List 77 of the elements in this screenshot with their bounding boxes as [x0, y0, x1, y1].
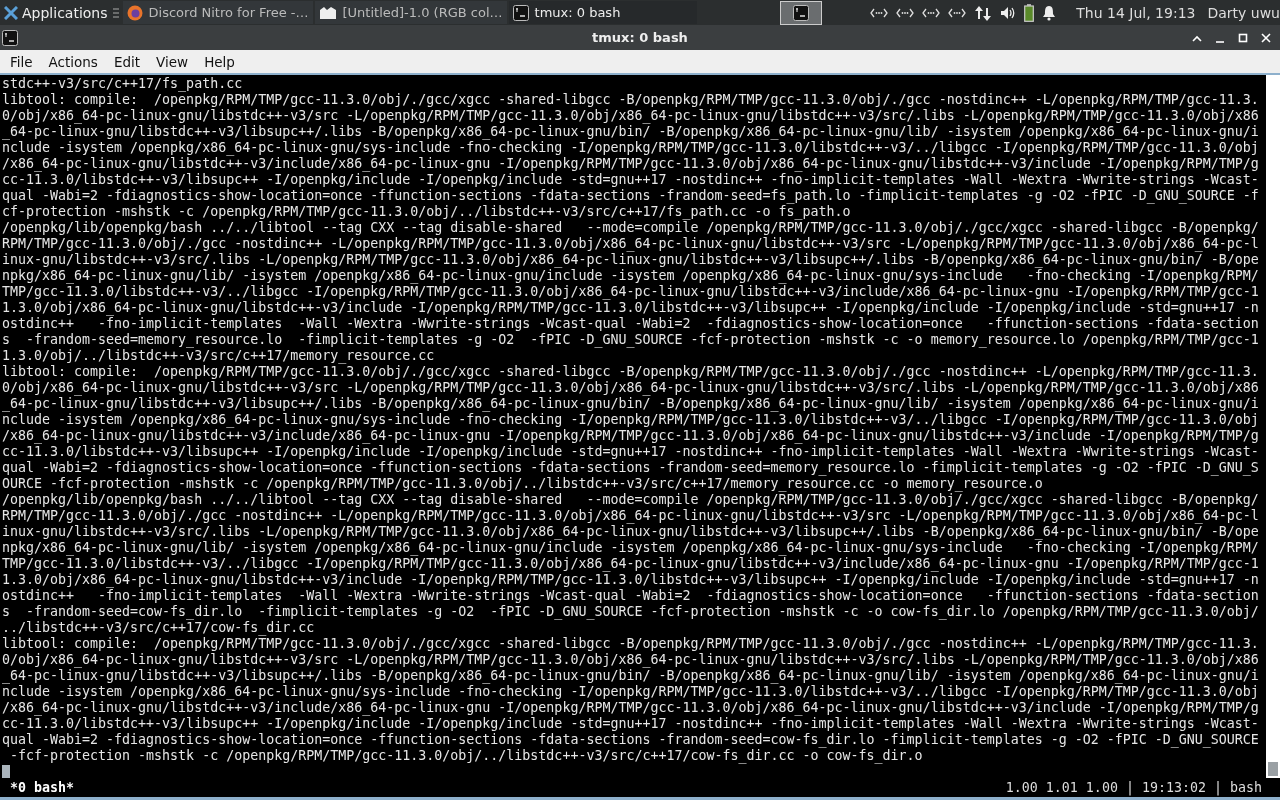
terminal-line: 0/obj/x86_64-pc-linux-gnu/libstdc++-v3/src -L/openpkg/RPM/TMP/gcc-11.3.0/obj/x86_64-pc-linux-gnu/libstdc++-v3/src/.libs -L/openpkg/RPM/TMP/gcc-11.3.0/obj/x86 [2, 108, 1259, 124]
terminal-icon [512, 4, 529, 21]
terminal-line: libtool: compile: /openpkg/RPM/TMP/gcc-11.3.0/obj/./gcc/xgcc -shared-libgcc -B/openpkg/RPM/TMP/gcc-11.3.0/obj/./gcc -nostdinc++ -L/openpkg/RPM/TMP/gcc-11.3. [2, 636, 1259, 652]
maximize-button[interactable] [1237, 31, 1249, 44]
terminal-line: /x86_64-pc-linux-gnu/libstdc++-v3/include/x86_64-pc-linux-gnu -I/openpkg/RPM/TMP/gcc-11.3.0/obj/x86_64-pc-linux-gnu/libstdc++-v3/include -I/openpkg/RPM/TMP/g [2, 700, 1259, 716]
network-icon [948, 7, 967, 18]
terminal-line: ostdinc++ -fno-implicit-templates -Wall -Wextra -Wwrite-strings -Wcast-qual -Wabi=2 -fdiagnostics-show-location=once -ffunction-sections -fdata-section [2, 316, 1259, 332]
terminal-line: ostdinc++ -fno-implicit-templates -Wall -Wextra -Wwrite-strings -Wcast-qual -Wabi=2 -fdiagnostics-show-location=once -ffunction-sections -fdata-section [2, 588, 1259, 604]
terminal-line: s -frandom-seed=cow-fs_dir.lo -fimplicit-templates -g -O2 -fPIC -D_GNU_SOURCE -fcf-protection -mshstk -c -o cow-fs_dir.lo /openpkg/RPM/TMP/gcc-11.3.0/obj/ [2, 604, 1259, 620]
menu-item[interactable]: View [148, 53, 197, 70]
terminal-line: 1.3.0/obj/../libstdc++-v3/src/c++17/memory_resource.cc [2, 348, 435, 364]
bell-icon [1042, 4, 1057, 21]
terminal-line: cc-11.3.0/libstdc++-v3/libsupc++ -I/openpkg/include -I/openpkg/include -std=gnu++17 -nostdinc++ -fno-implicit-templates -Wall -Wextra -Wwrite-strings -Wcast- [2, 444, 1259, 460]
user-name[interactable]: Darty uwu [1207, 4, 1280, 21]
close-button[interactable] [1260, 31, 1272, 44]
terminal-line: 0/obj/x86_64-pc-linux-gnu/libstdc++-v3/src -L/openpkg/RPM/TMP/gcc-11.3.0/obj/x86_64-pc-linux-gnu/libstdc++-v3/src/.libs -L/openpkg/RPM/TMP/gcc-11.3.0/obj/x86 [2, 380, 1259, 396]
terminal-line: qual -Wabi=2 -fdiagnostics-show-location=once -ffunction-sections -fdata-sections -frandom-seed=memory_resource.lo -fimplicit-templates -g -O2 -fPIC -D_GNU_S [2, 460, 1259, 476]
terminal-line: /openpkg/lib/openpkg/bash ../../libtool --tag CXX --tag disable-shared --mode=compile /openpkg/RPM/TMP/gcc-11.3.0/obj/./gcc/xgcc -shared-libgcc -B/openpkg/ [2, 220, 1259, 236]
menu-item[interactable]: Help [196, 53, 243, 70]
menu-item[interactable]: Actions [40, 53, 106, 70]
menu-item[interactable]: Edit [105, 53, 149, 70]
terminal-icon [793, 4, 810, 21]
terminal-line: libtool: compile: /openpkg/RPM/TMP/gcc-11.3.0/obj/./gcc/xgcc -shared-libgcc -B/openpkg/RPM/TMP/gcc-11.3.0/obj/./gcc -nostdinc++ -L/openpkg/RPM/TMP/gcc-11.3. [2, 364, 1259, 380]
battery-icon [1024, 3, 1035, 22]
terminal-line: RPM/TMP/gcc-11.3.0/obj/./gcc -nostdinc++ -L/openpkg/RPM/TMP/gcc-11.3.0/obj/x86_64-pc-linux-gnu/libstdc++-v3/src -L/openpkg/RPM/TMP/gcc-11.3.0/obj/x86_64-pc-l [2, 236, 1259, 252]
taskbar-button[interactable]: [Untitled]-1.0 (RGB col… [314, 1, 507, 24]
x-logo-icon [4, 5, 18, 20]
terminal-line: cc-11.3.0/libstdc++-v3/libsupc++ -I/openpkg/include -I/openpkg/include -std=gnu++17 -nostdinc++ -fno-implicit-templates -Wall -Wextra -Wwrite-strings -Wcast- [2, 172, 1259, 188]
applications-menu[interactable]: Applications [0, 0, 112, 25]
menu-icon [112, 6, 119, 19]
terminal-line: nclude -isystem /openpkg/x86_64-pc-linux-gnu/sys-include -fno-checking -I/openpkg/RPM/TMP/gcc-11.3.0/libstdc++-v3/../libgcc -I/openpkg/RPM/TMP/gcc-11.3.0/obj [2, 412, 1259, 428]
tmux-status-info: 1.00 1.01 1.00 | 19:13:02 | bash [1005, 780, 1262, 795]
scrollbar[interactable] [1266, 75, 1280, 778]
terminal-line: 1.3.0/obj/x86_64-pc-linux-gnu/libstdc++-v3/include -I/openpkg/RPM/TMP/gcc-11.3.0/libstdc++-v3/libsupc++ -I/openpkg/include -I/openpkg/include -std=gnu++17 -n [2, 300, 1259, 316]
paint-icon [318, 5, 337, 20]
terminal-line: npkg/x86_64-pc-linux-gnu/lib/ -isystem /openpkg/x86_64-pc-linux-gnu/include -isystem /openpkg/x86_64-pc-linux-gnu/sys-include -fno-checking -I/openpkg/RPM/ [2, 540, 1259, 556]
terminal-line: ../libstdc++-v3/src/c++17/cow-fs_dir.cc [2, 620, 315, 636]
terminal-line: OURCE -fcf-protection -mshstk -c /openpkg/RPM/TMP/gcc-11.3.0/obj/../libstdc++-v3/src/c++17/memory_resource.cc -o memory_resource.o [2, 476, 1043, 492]
volume-icon [1000, 5, 1017, 20]
network-icon [870, 7, 889, 18]
workspace-pager[interactable] [780, 0, 823, 25]
tmux-window[interactable]: *0 bash* [10, 780, 75, 795]
terminal-line: npkg/x86_64-pc-linux-gnu/lib/ -isystem /openpkg/x86_64-pc-linux-gnu/include -isystem /openpkg/x86_64-pc-linux-gnu/sys-include -fno-checking -I/openpkg/RPM/ [2, 268, 1259, 284]
terminal-line: _64-pc-linux-gnu/libstdc++-v3/libsupc++/.libs -B/openpkg/x86_64-pc-linux-gnu/bin/ -B/openpkg/x86_64-pc-linux-gnu/lib/ -isystem /openpkg/x86_64-pc-linux-gnu/i [2, 396, 1259, 412]
terminal-line: -fcf-protection -mshstk -c /openpkg/RPM/TMP/gcc-11.3.0/obj/../libstdc++-v3/src/c++17/cow-fs_dir.cc -o cow-fs_dir.o [9, 748, 923, 764]
terminal-line: /openpkg/lib/openpkg/bash ../../libtool --tag CXX --tag disable-shared --mode=compile /openpkg/RPM/TMP/gcc-11.3.0/obj/./gcc/xgcc -shared-libgcc -B/openpkg/ [2, 492, 1259, 508]
terminal-line: RPM/TMP/gcc-11.3.0/obj/./gcc -nostdinc++ -L/openpkg/RPM/TMP/gcc-11.3.0/obj/x86_64-pc-linux-gnu/libstdc++-v3/src -L/openpkg/RPM/TMP/gcc-11.3.0/obj/x86_64-pc-l [2, 508, 1259, 524]
terminal-line: qual -Wabi=2 -fdiagnostics-show-location=once -ffunction-sections -fdata-sections -frandom-seed=cow-fs_dir.lo -fimplicit-templates -g -O2 -fPIC -D_GNU_SOURCE [2, 732, 1259, 748]
terminal-line: /x86_64-pc-linux-gnu/libstdc++-v3/include/x86_64-pc-linux-gnu -I/openpkg/RPM/TMP/gcc-11.3.0/obj/x86_64-pc-linux-gnu/libstdc++-v3/include -I/openpkg/RPM/TMP/g [2, 156, 1259, 172]
menu-item[interactable]: File [2, 53, 41, 70]
terminal-line: /x86_64-pc-linux-gnu/libstdc++-v3/include/x86_64-pc-linux-gnu -I/openpkg/RPM/TMP/gcc-11.3.0/obj/x86_64-pc-linux-gnu/libstdc++-v3/include -I/openpkg/RPM/TMP/g [2, 428, 1259, 444]
terminal-line: inux-gnu/libstdc++-v3/src/.libs -L/openpkg/RPM/TMP/gcc-11.3.0/obj/x86_64-pc-linux-gnu/libstdc++-v3/libsupc++/.libs -B/openpkg/x86_64-pc-linux-gnu/bin/ -B/ope [2, 524, 1259, 540]
terminal-line: _64-pc-linux-gnu/libstdc++-v3/libsupc++/.libs -B/openpkg/x86_64-pc-linux-gnu/bin/ -B/openpkg/x86_64-pc-linux-gnu/lib/ -isystem /openpkg/x86_64-pc-linux-gnu/i [2, 668, 1259, 684]
terminal-line: s -frandom-seed=memory_resource.lo -fimplicit-templates -g -O2 -fPIC -D_GNU_SOURCE -fcf-protection -mshstk -c -o memory_resource.lo /openpkg/RPM/TMP/gcc-1 [2, 332, 1259, 348]
terminal-line: inux-gnu/libstdc++-v3/src/.libs -L/openpkg/RPM/TMP/gcc-11.3.0/obj/x86_64-pc-linux-gnu/libstdc++-v3/libsupc++/.libs -B/openpkg/x86_64-pc-linux-gnu/bin/ -B/ope [2, 252, 1259, 268]
taskbar-button[interactable]: Discord Nitro for Free -… [122, 1, 313, 24]
terminal-line: _64-pc-linux-gnu/libstdc++-v3/libsupc++/.libs -B/openpkg/x86_64-pc-linux-gnu/bin/ -B/openpkg/x86_64-pc-linux-gnu/lib/ -isystem /openpkg/x86_64-pc-linux-gnu/i [2, 124, 1259, 140]
terminal-line: 0/obj/x86_64-pc-linux-gnu/libstdc++-v3/src -L/openpkg/RPM/TMP/gcc-11.3.0/obj/x86_64-pc-linux-gnu/libstdc++-v3/src/.libs -L/openpkg/RPM/TMP/gcc-11.3.0/obj/x86 [2, 652, 1259, 668]
taskbar-button[interactable]: tmux: 0 bash [508, 1, 697, 24]
terminal-line: nclude -isystem /openpkg/x86_64-pc-linux-gnu/sys-include -fno-checking -I/openpkg/RPM/TMP/gcc-11.3.0/libstdc++-v3/../libgcc -I/openpkg/RPM/TMP/gcc-11.3.0/obj [2, 140, 1259, 156]
cursor [2, 765, 10, 778]
terminal-line: TMP/gcc-11.3.0/libstdc++-v3/../libgcc -I/openpkg/RPM/TMP/gcc-11.3.0/obj/x86_64-pc-linux-gnu/libstdc++-v3/include/x86_64-pc-linux-gnu -I/openpkg/RPM/TMP/gcc-1 [2, 556, 1259, 572]
terminal-line: cc-11.3.0/libstdc++-v3/libsupc++ -I/openpkg/include -I/openpkg/include -std=gnu++17 -nostdinc++ -fno-implicit-templates -Wall -Wextra -Wwrite-strings -Wcast- [2, 716, 1259, 732]
terminal-line: libtool: compile: /openpkg/RPM/TMP/gcc-11.3.0/obj/./gcc/xgcc -shared-libgcc -B/openpkg/RPM/TMP/gcc-11.3.0/obj/./gcc -nostdinc++ -L/openpkg/RPM/TMP/gcc-11.3. [2, 92, 1259, 108]
terminal-icon [2, 29, 18, 46]
terminal-line: 1.3.0/obj/x86_64-pc-linux-gnu/libstdc++-v3/include -I/openpkg/RPM/TMP/gcc-11.3.0/libstdc++-v3/libsupc++ -I/openpkg/include -I/openpkg/include -std=gnu++17 -n [2, 572, 1259, 588]
network-icon [896, 7, 915, 18]
terminal-line: stdc++-v3/src/c++17/fs_path.cc [2, 76, 243, 92]
scrollbar-thumb[interactable] [1268, 762, 1278, 776]
clock[interactable]: Thu 14 Jul, 19:13 [1076, 4, 1196, 21]
network-icon [922, 7, 941, 18]
terminal-line: TMP/gcc-11.3.0/libstdc++-v3/../libgcc -I/openpkg/RPM/TMP/gcc-11.3.0/obj/x86_64-pc-linux-gnu/libstdc++-v3/include/x86_64-pc-linux-gnu -I/openpkg/RPM/TMP/gcc-1 [2, 284, 1259, 300]
terminal-line: cf-protection -mshstk -c /openpkg/RPM/TMP/gcc-11.3.0/obj/../libstdc++-v3/src/c++17/fs_path.cc -o fs_path.o [2, 204, 851, 220]
terminal-line: nclude -isystem /openpkg/x86_64-pc-linux-gnu/sys-include -fno-checking -I/openpkg/RPM/TMP/gcc-11.3.0/libstdc++-v3/../libgcc -I/openpkg/RPM/TMP/gcc-11.3.0/obj [2, 684, 1259, 700]
window-title: tmux: 0 bash [591, 30, 689, 45]
browser-icon [126, 4, 143, 21]
terminal-line: qual -Wabi=2 -fdiagnostics-show-location=once -ffunction-sections -fdata-sections -frandom-seed=fs_path.lo -fimplicit-templates -g -O2 -fPIC -D_GNU_SOURCE -f [2, 188, 1259, 204]
